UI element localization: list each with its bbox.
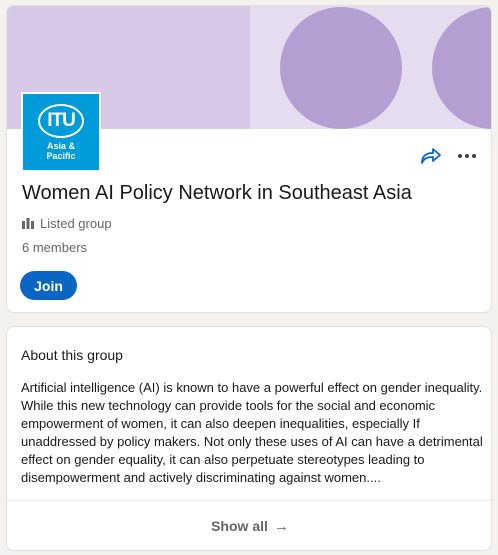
visibility-label: Listed group <box>40 216 112 231</box>
group-name: Women AI Policy Network in Southeast Asi… <box>22 182 412 204</box>
group-people-icon <box>22 218 34 229</box>
logo-mark: ITU <box>38 104 84 138</box>
group-logo: ITU Asia & Pacific <box>21 92 101 172</box>
group-visibility: Listed group <box>22 216 112 231</box>
about-heading: About this group <box>21 347 123 363</box>
banner-circle <box>432 7 491 129</box>
join-button[interactable]: Join <box>20 271 77 300</box>
more-dots-icon <box>458 154 476 158</box>
logo-subtitle: Asia & Pacific <box>46 141 76 161</box>
arrow-right-icon: → <box>273 517 289 535</box>
share-arrow-icon <box>421 148 441 164</box>
share-button[interactable] <box>418 145 444 167</box>
about-card: About this group Artificial intelligence… <box>6 326 492 551</box>
show-all-button[interactable]: Show all → <box>7 501 491 550</box>
more-options-button[interactable] <box>454 145 480 167</box>
member-count: 6 members <box>22 240 88 255</box>
banner-circle <box>280 7 402 129</box>
about-description: Artificial intelligence (AI) is known to… <box>21 380 483 485</box>
show-all-label: Show all <box>211 518 268 534</box>
group-header-card: ITU Asia & Pacific Women AI Policy Netwo… <box>6 5 492 313</box>
